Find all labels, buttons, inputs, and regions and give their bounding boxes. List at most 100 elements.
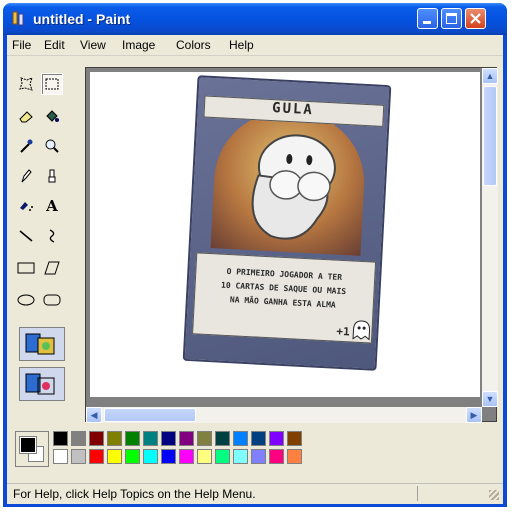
line-icon bbox=[19, 230, 33, 242]
curve-icon bbox=[49, 229, 55, 243]
palette-swatch[interactable] bbox=[233, 449, 248, 464]
tool-text[interactable]: A bbox=[41, 195, 63, 217]
tool-rectangle[interactable] bbox=[15, 257, 37, 279]
brush-icon bbox=[48, 169, 56, 183]
palette-swatch[interactable] bbox=[287, 431, 302, 446]
pick-color-icon bbox=[20, 139, 33, 153]
close-icon bbox=[470, 13, 481, 24]
resize-grip-icon[interactable] bbox=[489, 490, 499, 500]
transparent-selection-icon bbox=[25, 373, 55, 395]
palette-swatch[interactable] bbox=[71, 431, 86, 446]
palette-swatch[interactable] bbox=[143, 431, 158, 446]
polygon-icon bbox=[44, 261, 60, 275]
close-button[interactable] bbox=[465, 8, 486, 29]
ghost-icon bbox=[251, 134, 336, 240]
tool-magnifier[interactable] bbox=[41, 135, 63, 157]
chevron-up-icon: ▲ bbox=[485, 71, 495, 81]
tool-fill[interactable] bbox=[41, 105, 63, 127]
current-colors bbox=[15, 431, 49, 467]
menu-image[interactable]: Image bbox=[122, 38, 155, 52]
vertical-scrollbar[interactable]: ▲ ▼ bbox=[482, 68, 498, 407]
tool-airbrush[interactable] bbox=[15, 195, 37, 217]
scroll-left-button[interactable]: ◀ bbox=[86, 407, 102, 423]
tool-eraser[interactable] bbox=[15, 105, 37, 127]
palette-swatch[interactable] bbox=[143, 449, 158, 464]
paint-app-icon bbox=[12, 11, 24, 26]
menu-bar: File Edit View Image Colors Help bbox=[7, 35, 503, 56]
palette-swatch[interactable] bbox=[179, 449, 194, 464]
tool-pencil[interactable] bbox=[15, 165, 37, 187]
opaque-selection-icon bbox=[25, 333, 55, 355]
tool-select[interactable] bbox=[41, 73, 63, 95]
status-divider bbox=[417, 486, 418, 501]
vertical-scroll-thumb[interactable] bbox=[483, 86, 497, 186]
eraser-icon bbox=[19, 111, 33, 123]
select-icon bbox=[45, 78, 59, 90]
paint-window: untitled - Paint File Edit View Image Co… bbox=[3, 3, 507, 507]
menu-help[interactable]: Help bbox=[229, 38, 254, 52]
card-image: GULA O PRIMEIRO JOGADOR A TER 10 CARTAS … bbox=[182, 75, 392, 371]
palette-swatch[interactable] bbox=[215, 431, 230, 446]
scroll-up-button[interactable]: ▲ bbox=[482, 68, 498, 84]
tool-rounded-rectangle[interactable] bbox=[41, 289, 63, 311]
menu-colors[interactable]: Colors bbox=[176, 38, 211, 52]
palette-swatch[interactable] bbox=[161, 449, 176, 464]
maximize-icon bbox=[446, 13, 457, 24]
minimize-button[interactable] bbox=[417, 8, 438, 29]
maximize-button[interactable] bbox=[441, 8, 462, 29]
minimize-icon bbox=[423, 21, 431, 24]
transparency-option-opaque[interactable] bbox=[19, 327, 65, 361]
palette-swatch[interactable] bbox=[53, 449, 68, 464]
scroll-right-button[interactable]: ▶ bbox=[466, 407, 482, 423]
tool-brush[interactable] bbox=[41, 165, 63, 187]
foreground-color[interactable] bbox=[19, 436, 37, 454]
transparency-option-transparent[interactable] bbox=[19, 367, 65, 401]
palette-swatch[interactable] bbox=[215, 449, 230, 464]
palette-swatch[interactable] bbox=[269, 431, 284, 446]
tool-line[interactable] bbox=[15, 225, 37, 247]
palette-swatch[interactable] bbox=[89, 431, 104, 446]
scroll-down-button[interactable]: ▼ bbox=[482, 391, 498, 407]
client-area: File Edit View Image Colors Help A GULA … bbox=[7, 35, 503, 504]
palette-swatch[interactable] bbox=[251, 431, 266, 446]
palette-swatch[interactable] bbox=[89, 449, 104, 464]
airbrush-icon bbox=[20, 202, 33, 211]
window-title: untitled - Paint bbox=[33, 11, 131, 27]
soul-icon bbox=[352, 320, 370, 341]
tool-ellipse[interactable] bbox=[15, 289, 37, 311]
palette-swatch[interactable] bbox=[107, 449, 122, 464]
horizontal-scroll-thumb[interactable] bbox=[104, 408, 196, 422]
tool-curve[interactable] bbox=[41, 225, 63, 247]
palette-swatch[interactable] bbox=[233, 431, 248, 446]
free-form-select-icon bbox=[19, 77, 33, 91]
palette-swatch[interactable] bbox=[251, 449, 266, 464]
palette-swatch[interactable] bbox=[107, 431, 122, 446]
tool-polygon[interactable] bbox=[41, 257, 63, 279]
palette-swatch[interactable] bbox=[287, 449, 302, 464]
chevron-right-icon: ▶ bbox=[470, 409, 478, 420]
chevron-left-icon: ◀ bbox=[90, 409, 98, 420]
tool-pick-color[interactable] bbox=[15, 135, 37, 157]
ellipse-icon bbox=[17, 294, 35, 306]
menu-view[interactable]: View bbox=[80, 38, 106, 52]
menu-file[interactable]: File bbox=[12, 38, 31, 52]
tool-free-form-select[interactable] bbox=[15, 73, 37, 95]
drawing-canvas[interactable]: GULA O PRIMEIRO JOGADOR A TER 10 CARTAS … bbox=[90, 72, 480, 397]
palette-swatch[interactable] bbox=[71, 449, 86, 464]
status-bar: For Help, click Help Topics on the Help … bbox=[7, 483, 503, 504]
status-text: For Help, click Help Topics on the Help … bbox=[13, 487, 256, 501]
palette-swatch[interactable] bbox=[179, 431, 194, 446]
color-palette bbox=[11, 427, 341, 471]
palette-swatch[interactable] bbox=[197, 449, 212, 464]
palette-swatch[interactable] bbox=[197, 431, 212, 446]
palette-swatch[interactable] bbox=[125, 449, 140, 464]
palette-swatch[interactable] bbox=[125, 431, 140, 446]
canvas-area: GULA O PRIMEIRO JOGADOR A TER 10 CARTAS … bbox=[85, 67, 498, 423]
palette-swatch[interactable] bbox=[53, 431, 68, 446]
menu-edit[interactable]: Edit bbox=[44, 38, 65, 52]
palette-swatch[interactable] bbox=[269, 449, 284, 464]
horizontal-scrollbar[interactable]: ◀ ▶ bbox=[86, 407, 482, 423]
palette-swatch[interactable] bbox=[161, 431, 176, 446]
title-bar[interactable]: untitled - Paint bbox=[3, 3, 507, 35]
rectangle-icon bbox=[17, 262, 35, 274]
